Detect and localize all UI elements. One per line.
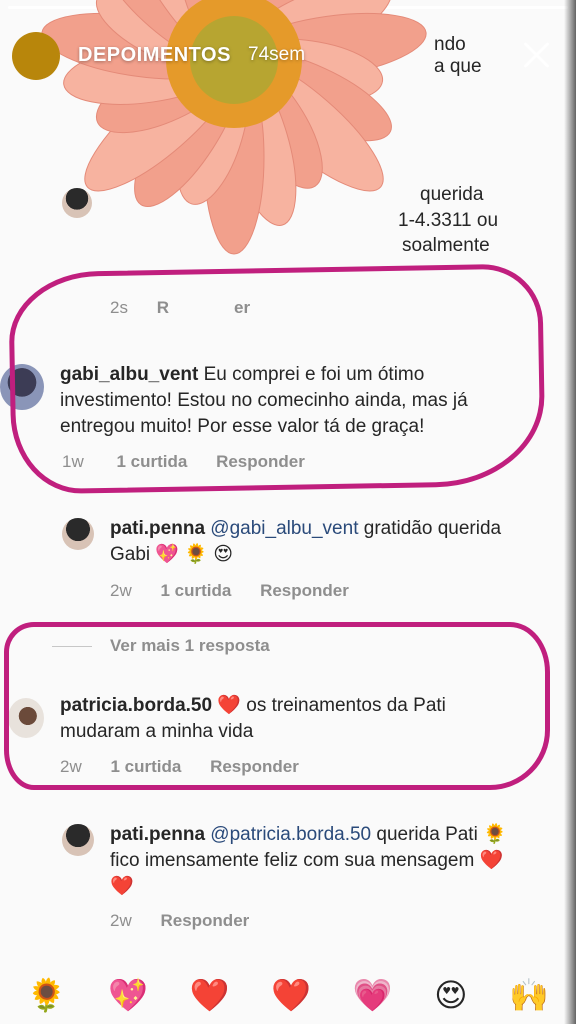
avatar[interactable]	[62, 518, 94, 550]
sunflower-emoji-icon[interactable]: 🌻	[27, 976, 67, 1014]
comment-meta: 2w 1 curtida Responder	[110, 581, 373, 601]
comment-text: gabi_albu_vent Eu comprei e foi um ótimo…	[60, 362, 530, 440]
story-header: DEPOIMENTOS 74sem	[0, 18, 576, 90]
comment-text: pati.penna @patricia.borda.50 querida Pa…	[110, 822, 520, 900]
screen-edge-shadow	[564, 0, 576, 1024]
comment-time: 1w	[62, 452, 84, 471]
avatar[interactable]	[8, 698, 44, 738]
raised-hands-emoji-icon[interactable]: 🙌	[509, 976, 549, 1014]
view-more-replies[interactable]: Ver mais 1 resposta	[52, 636, 270, 656]
reply-link[interactable]: Responder	[260, 581, 349, 600]
heart-eyes-emoji-icon[interactable]: 😍	[434, 976, 467, 1014]
comment-time: 2w	[110, 911, 132, 930]
reply-link[interactable]: Responder	[160, 911, 249, 930]
close-icon[interactable]	[520, 38, 552, 70]
reply-link[interactable]: Responder	[210, 757, 299, 776]
sparkling-heart-emoji-icon[interactable]: 💖	[108, 976, 148, 1014]
comment-username[interactable]: gabi_albu_vent	[60, 364, 198, 385]
pink-heart-emoji-icon[interactable]: 💗	[353, 976, 393, 1014]
red-heart-emoji-icon[interactable]: ❤️	[271, 976, 311, 1014]
emoji-reaction-bar: 🌻 💖 ❤️ ❤️ 💗 😍 🙌	[0, 966, 576, 1024]
avatar[interactable]	[0, 364, 44, 410]
comment-username[interactable]: pati.penna	[110, 518, 205, 539]
comment-meta: 1w 1 curtida Responder	[62, 452, 329, 472]
story-avatar[interactable]	[12, 32, 60, 80]
comment-mention[interactable]: @patricia.borda.50	[210, 824, 371, 845]
red-heart-emoji-icon[interactable]: ❤️	[190, 976, 230, 1014]
comment-meta: 2w 1 curtida Responder	[60, 757, 323, 777]
comment-time: 2w	[110, 581, 132, 600]
story-time: 74sem	[248, 44, 306, 65]
comment-time: 2w	[60, 757, 82, 776]
story-title[interactable]: DEPOIMENTOS	[78, 44, 231, 67]
avatar[interactable]	[62, 824, 94, 856]
reply-link[interactable]: Responder	[216, 452, 305, 471]
comment-meta: 2w Responder	[110, 911, 273, 931]
comment-username[interactable]: patricia.borda.50	[60, 695, 212, 716]
likes-count[interactable]: 1 curtida	[116, 452, 187, 471]
likes-count[interactable]: 1 curtida	[110, 757, 181, 776]
comment-mention[interactable]: @gabi_albu_vent	[210, 518, 358, 539]
comment-text: pati.penna @gabi_albu_vent gratidão quer…	[110, 516, 520, 568]
story-screen: ndo a que querida 1-4.3311 ou soalmente …	[0, 0, 576, 1024]
likes-count[interactable]: 1 curtida	[160, 581, 231, 600]
comment-text: patricia.borda.50 ❤️ os treinamentos da …	[60, 693, 530, 745]
comment-username[interactable]: pati.penna	[110, 824, 205, 845]
